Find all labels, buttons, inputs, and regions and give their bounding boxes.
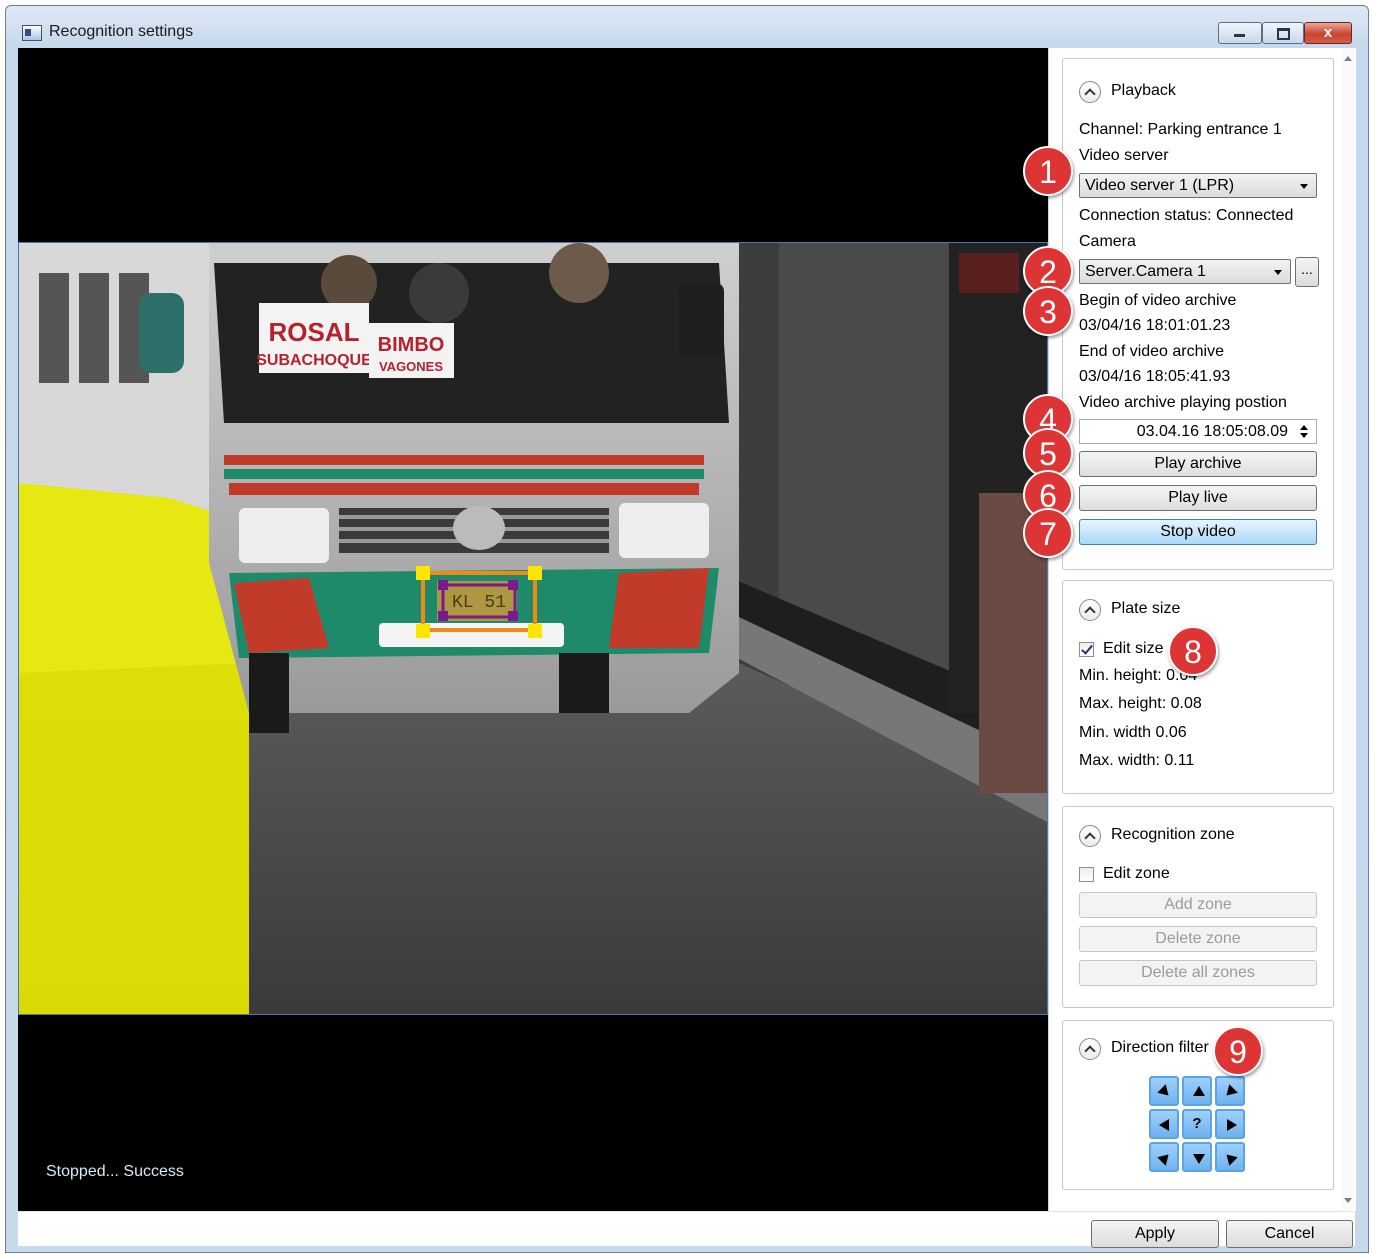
- begin-archive-label: Begin of video archive: [1079, 292, 1237, 309]
- video-status: Stopped... Success: [46, 1163, 184, 1180]
- camera-browse-button[interactable]: ...: [1295, 257, 1319, 287]
- settings-scrollbar[interactable]: [1341, 48, 1355, 1211]
- svg-text:BIMBO: BIMBO: [378, 334, 445, 356]
- playing-position-input[interactable]: 03.04.16 18:05:08.09: [1079, 419, 1317, 444]
- client-area: ROSAL SUBACHOQUE BIMBO VAGONES KL 51 Sto…: [18, 48, 1356, 1248]
- close-icon: x: [1323, 24, 1333, 41]
- cancel-button[interactable]: Cancel: [1226, 1220, 1353, 1248]
- video-server-label: Video server: [1079, 147, 1169, 164]
- callout-marker-1: 1: [1023, 146, 1073, 196]
- callout-marker-9: 9: [1213, 1026, 1263, 1076]
- minimize-button[interactable]: [1218, 22, 1262, 44]
- direction-filter-header-label: Direction filter: [1111, 1039, 1209, 1056]
- camera-value: Server.Camera 1: [1085, 263, 1206, 280]
- end-archive-label: End of video archive: [1079, 343, 1224, 360]
- camera-image: ROSAL SUBACHOQUE BIMBO VAGONES KL 51: [19, 243, 1047, 1014]
- camera-dropdown[interactable]: Server.Camera 1: [1079, 259, 1291, 284]
- video-server-value: Video server 1 (LPR): [1085, 177, 1235, 194]
- dropdown-arrow-icon: [1274, 270, 1282, 275]
- callout-marker-7: 7: [1023, 508, 1073, 558]
- app-icon: [22, 25, 42, 41]
- plate-size-header-label: Plate size: [1111, 600, 1181, 617]
- scroll-up-icon[interactable]: [1344, 56, 1352, 61]
- spinner-arrows-icon[interactable]: [1299, 422, 1309, 441]
- playing-position-label: Video archive playing postion: [1079, 394, 1287, 411]
- dropdown-arrow-icon: [1300, 184, 1308, 189]
- playback-header-label: Playback: [1111, 82, 1176, 99]
- apply-button[interactable]: Apply: [1091, 1220, 1219, 1248]
- edit-zone-label: Edit zone: [1103, 865, 1170, 882]
- direction-up-right-button[interactable]: [1149, 1142, 1179, 1172]
- delete-all-zones-button[interactable]: Delete all zones: [1079, 960, 1317, 986]
- direction-unknown-button[interactable]: ?: [1182, 1109, 1212, 1139]
- channel-label: Channel: Parking entrance 1: [1079, 121, 1282, 138]
- camera-label: Camera: [1079, 233, 1136, 250]
- collapse-icon[interactable]: [1079, 81, 1101, 103]
- edit-size-checkbox[interactable]: [1079, 642, 1094, 657]
- edit-size-label: Edit size: [1103, 640, 1164, 657]
- svg-text:VAGONES: VAGONES: [379, 359, 443, 374]
- playback-group: Playback Channel: Parking entrance 1 Vid…: [1062, 58, 1334, 570]
- collapse-icon[interactable]: [1079, 1038, 1101, 1060]
- begin-archive-value: 03/04/16 18:01:01.23: [1079, 317, 1231, 334]
- recognition-zone-header-label: Recognition zone: [1111, 826, 1235, 843]
- close-button[interactable]: x: [1304, 22, 1352, 44]
- play-archive-button[interactable]: Play archive: [1079, 451, 1317, 477]
- direction-up-button[interactable]: [1182, 1076, 1212, 1106]
- direction-filter-group: Direction filter ?: [1062, 1020, 1334, 1190]
- svg-text:SUBACHOQUE: SUBACHOQUE: [256, 352, 372, 369]
- delete-zone-button[interactable]: Delete zone: [1079, 926, 1317, 952]
- plate-text: KL 51: [452, 593, 506, 613]
- connection-status: Connection status: Connected: [1079, 207, 1294, 224]
- callout-marker-3: 3: [1023, 286, 1073, 336]
- direction-right-button[interactable]: [1215, 1109, 1245, 1139]
- svg-text:ROSAL: ROSAL: [269, 317, 360, 347]
- direction-down-right-button[interactable]: [1149, 1076, 1179, 1106]
- video-frame[interactable]: ROSAL SUBACHOQUE BIMBO VAGONES KL 51: [18, 242, 1048, 1015]
- maximize-icon: [1277, 28, 1290, 40]
- play-live-button[interactable]: Play live: [1079, 485, 1317, 511]
- dialog-footer: Apply Cancel: [18, 1211, 1355, 1248]
- direction-down-left-button[interactable]: [1215, 1076, 1245, 1106]
- collapse-icon[interactable]: [1079, 599, 1101, 621]
- direction-left-button[interactable]: [1149, 1109, 1179, 1139]
- max-width: Max. width: 0.11: [1079, 752, 1195, 769]
- end-archive-value: 03/04/16 18:05:41.93: [1079, 368, 1231, 385]
- edit-zone-checkbox[interactable]: [1079, 867, 1094, 882]
- add-zone-button[interactable]: Add zone: [1079, 892, 1317, 918]
- direction-up-left-button[interactable]: [1215, 1142, 1245, 1172]
- collapse-icon[interactable]: [1079, 825, 1101, 847]
- video-view[interactable]: ROSAL SUBACHOQUE BIMBO VAGONES KL 51 Sto…: [18, 48, 1048, 1211]
- callout-marker-8: 8: [1168, 626, 1218, 676]
- title-bar[interactable]: Recognition settings x: [6, 6, 1368, 48]
- playing-position-value: 03.04.16 18:05:08.09: [1136, 423, 1288, 440]
- max-height: Max. height: 0.08: [1079, 695, 1202, 712]
- stop-video-button[interactable]: Stop video: [1079, 519, 1317, 545]
- plate-size-group: Plate size Edit size Min. height: 0.04 M…: [1062, 580, 1334, 794]
- video-server-dropdown[interactable]: Video server 1 (LPR): [1079, 173, 1317, 198]
- direction-down-button[interactable]: [1182, 1142, 1212, 1172]
- recognition-settings-window: Recognition settings x ROSAL SUBACHOQUE …: [5, 5, 1369, 1253]
- maximize-button[interactable]: [1262, 22, 1304, 44]
- scroll-down-icon[interactable]: [1344, 1198, 1352, 1203]
- recognition-zone-group: Recognition zone Edit zone Add zone Dele…: [1062, 806, 1334, 1008]
- minimize-icon: [1234, 34, 1245, 37]
- min-width: Min. width 0.06: [1079, 724, 1187, 741]
- window-title: Recognition settings: [49, 23, 194, 40]
